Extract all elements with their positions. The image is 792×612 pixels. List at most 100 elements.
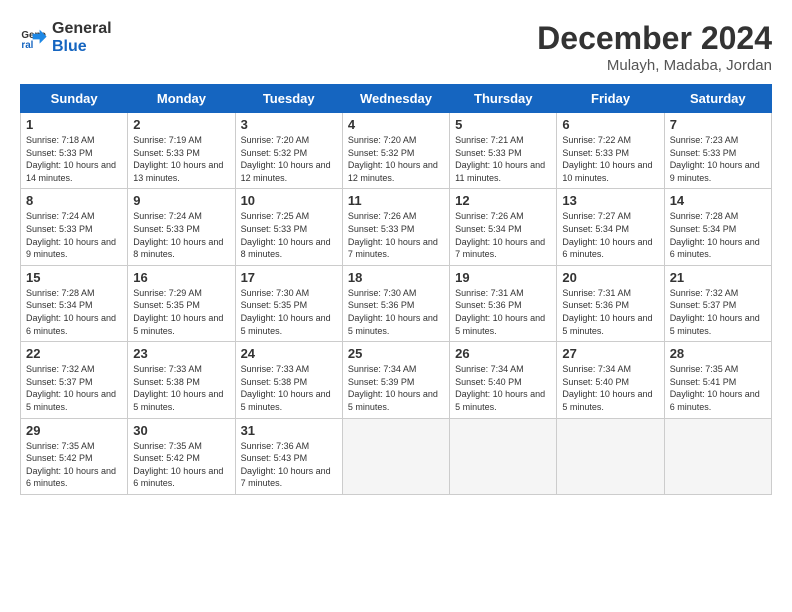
day-number: 5 [455, 117, 551, 132]
weekday-header-saturday: Saturday [664, 85, 771, 113]
day-number: 27 [562, 346, 658, 361]
logo-icon: Gene ral [20, 24, 48, 52]
calendar-title: December 2024 [537, 20, 772, 57]
calendar-week-4: 22 Sunrise: 7:32 AMSunset: 5:37 PMDaylig… [21, 342, 772, 418]
weekday-header-wednesday: Wednesday [342, 85, 449, 113]
day-number: 18 [348, 270, 444, 285]
day-number: 2 [133, 117, 229, 132]
calendar-week-5: 29 Sunrise: 7:35 AMSunset: 5:42 PMDaylig… [21, 418, 772, 494]
day-info: Sunrise: 7:22 AMSunset: 5:33 PMDaylight:… [562, 134, 658, 184]
day-number: 31 [241, 423, 337, 438]
calendar-cell: 5 Sunrise: 7:21 AMSunset: 5:33 PMDayligh… [450, 113, 557, 189]
day-info: Sunrise: 7:25 AMSunset: 5:33 PMDaylight:… [241, 210, 337, 260]
day-number: 6 [562, 117, 658, 132]
calendar-cell: 28 Sunrise: 7:35 AMSunset: 5:41 PMDaylig… [664, 342, 771, 418]
day-info: Sunrise: 7:20 AMSunset: 5:32 PMDaylight:… [348, 134, 444, 184]
day-info: Sunrise: 7:32 AMSunset: 5:37 PMDaylight:… [670, 287, 766, 337]
day-number: 28 [670, 346, 766, 361]
day-info: Sunrise: 7:27 AMSunset: 5:34 PMDaylight:… [562, 210, 658, 260]
calendar-header-row: SundayMondayTuesdayWednesdayThursdayFrid… [21, 85, 772, 113]
weekday-header-monday: Monday [128, 85, 235, 113]
day-info: Sunrise: 7:35 AMSunset: 5:41 PMDaylight:… [670, 363, 766, 413]
calendar-cell: 18 Sunrise: 7:30 AMSunset: 5:36 PMDaylig… [342, 265, 449, 341]
day-info: Sunrise: 7:18 AMSunset: 5:33 PMDaylight:… [26, 134, 122, 184]
calendar-cell: 19 Sunrise: 7:31 AMSunset: 5:36 PMDaylig… [450, 265, 557, 341]
calendar-cell: 16 Sunrise: 7:29 AMSunset: 5:35 PMDaylig… [128, 265, 235, 341]
day-info: Sunrise: 7:31 AMSunset: 5:36 PMDaylight:… [562, 287, 658, 337]
day-number: 26 [455, 346, 551, 361]
day-info: Sunrise: 7:28 AMSunset: 5:34 PMDaylight:… [670, 210, 766, 260]
day-number: 8 [26, 193, 122, 208]
day-number: 7 [670, 117, 766, 132]
calendar-cell: 22 Sunrise: 7:32 AMSunset: 5:37 PMDaylig… [21, 342, 128, 418]
calendar-cell: 9 Sunrise: 7:24 AMSunset: 5:33 PMDayligh… [128, 189, 235, 265]
day-number: 13 [562, 193, 658, 208]
weekday-header-tuesday: Tuesday [235, 85, 342, 113]
day-info: Sunrise: 7:30 AMSunset: 5:35 PMDaylight:… [241, 287, 337, 337]
day-info: Sunrise: 7:35 AMSunset: 5:42 PMDaylight:… [26, 440, 122, 490]
day-number: 16 [133, 270, 229, 285]
day-number: 30 [133, 423, 229, 438]
day-info: Sunrise: 7:33 AMSunset: 5:38 PMDaylight:… [133, 363, 229, 413]
calendar-cell [450, 418, 557, 494]
day-info: Sunrise: 7:32 AMSunset: 5:37 PMDaylight:… [26, 363, 122, 413]
page-header: Gene ral General Blue December 2024 Mula… [20, 20, 772, 74]
calendar-cell: 26 Sunrise: 7:34 AMSunset: 5:40 PMDaylig… [450, 342, 557, 418]
calendar-cell [342, 418, 449, 494]
calendar-cell: 29 Sunrise: 7:35 AMSunset: 5:42 PMDaylig… [21, 418, 128, 494]
day-info: Sunrise: 7:20 AMSunset: 5:32 PMDaylight:… [241, 134, 337, 184]
calendar-cell: 27 Sunrise: 7:34 AMSunset: 5:40 PMDaylig… [557, 342, 664, 418]
day-number: 21 [670, 270, 766, 285]
weekday-header-thursday: Thursday [450, 85, 557, 113]
day-number: 3 [241, 117, 337, 132]
calendar-week-3: 15 Sunrise: 7:28 AMSunset: 5:34 PMDaylig… [21, 265, 772, 341]
calendar-cell: 1 Sunrise: 7:18 AMSunset: 5:33 PMDayligh… [21, 113, 128, 189]
day-info: Sunrise: 7:24 AMSunset: 5:33 PMDaylight:… [133, 210, 229, 260]
calendar-cell: 11 Sunrise: 7:26 AMSunset: 5:33 PMDaylig… [342, 189, 449, 265]
day-number: 19 [455, 270, 551, 285]
logo-line2: Blue [52, 38, 112, 56]
day-number: 10 [241, 193, 337, 208]
day-number: 4 [348, 117, 444, 132]
calendar-cell: 15 Sunrise: 7:28 AMSunset: 5:34 PMDaylig… [21, 265, 128, 341]
calendar-cell: 2 Sunrise: 7:19 AMSunset: 5:33 PMDayligh… [128, 113, 235, 189]
calendar-cell: 13 Sunrise: 7:27 AMSunset: 5:34 PMDaylig… [557, 189, 664, 265]
calendar-cell: 6 Sunrise: 7:22 AMSunset: 5:33 PMDayligh… [557, 113, 664, 189]
weekday-header-friday: Friday [557, 85, 664, 113]
day-info: Sunrise: 7:30 AMSunset: 5:36 PMDaylight:… [348, 287, 444, 337]
day-info: Sunrise: 7:26 AMSunset: 5:33 PMDaylight:… [348, 210, 444, 260]
calendar-cell: 21 Sunrise: 7:32 AMSunset: 5:37 PMDaylig… [664, 265, 771, 341]
calendar-cell: 31 Sunrise: 7:36 AMSunset: 5:43 PMDaylig… [235, 418, 342, 494]
day-number: 12 [455, 193, 551, 208]
day-number: 20 [562, 270, 658, 285]
calendar-week-1: 1 Sunrise: 7:18 AMSunset: 5:33 PMDayligh… [21, 113, 772, 189]
day-number: 22 [26, 346, 122, 361]
day-info: Sunrise: 7:35 AMSunset: 5:42 PMDaylight:… [133, 440, 229, 490]
day-info: Sunrise: 7:23 AMSunset: 5:33 PMDaylight:… [670, 134, 766, 184]
logo: Gene ral General Blue [20, 20, 112, 55]
calendar-cell: 7 Sunrise: 7:23 AMSunset: 5:33 PMDayligh… [664, 113, 771, 189]
day-number: 9 [133, 193, 229, 208]
svg-text:ral: ral [21, 39, 33, 50]
day-number: 15 [26, 270, 122, 285]
calendar-cell [557, 418, 664, 494]
calendar-cell: 20 Sunrise: 7:31 AMSunset: 5:36 PMDaylig… [557, 265, 664, 341]
day-number: 23 [133, 346, 229, 361]
calendar-cell: 23 Sunrise: 7:33 AMSunset: 5:38 PMDaylig… [128, 342, 235, 418]
day-number: 24 [241, 346, 337, 361]
day-info: Sunrise: 7:19 AMSunset: 5:33 PMDaylight:… [133, 134, 229, 184]
day-info: Sunrise: 7:36 AMSunset: 5:43 PMDaylight:… [241, 440, 337, 490]
calendar-table: SundayMondayTuesdayWednesdayThursdayFrid… [20, 84, 772, 495]
calendar-cell: 17 Sunrise: 7:30 AMSunset: 5:35 PMDaylig… [235, 265, 342, 341]
day-number: 14 [670, 193, 766, 208]
calendar-cell: 25 Sunrise: 7:34 AMSunset: 5:39 PMDaylig… [342, 342, 449, 418]
calendar-cell: 30 Sunrise: 7:35 AMSunset: 5:42 PMDaylig… [128, 418, 235, 494]
day-info: Sunrise: 7:31 AMSunset: 5:36 PMDaylight:… [455, 287, 551, 337]
day-info: Sunrise: 7:34 AMSunset: 5:39 PMDaylight:… [348, 363, 444, 413]
day-number: 25 [348, 346, 444, 361]
day-number: 1 [26, 117, 122, 132]
day-number: 11 [348, 193, 444, 208]
day-info: Sunrise: 7:29 AMSunset: 5:35 PMDaylight:… [133, 287, 229, 337]
day-info: Sunrise: 7:28 AMSunset: 5:34 PMDaylight:… [26, 287, 122, 337]
day-info: Sunrise: 7:33 AMSunset: 5:38 PMDaylight:… [241, 363, 337, 413]
